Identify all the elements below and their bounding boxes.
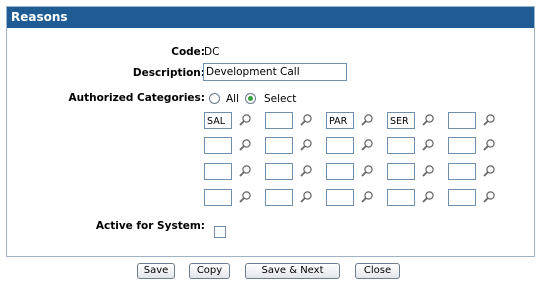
magnifier-icon[interactable]: [421, 138, 435, 152]
magnifier-icon[interactable]: [238, 164, 252, 178]
category-input[interactable]: [265, 189, 293, 206]
magnifier-icon[interactable]: [299, 164, 313, 178]
magnifier-icon[interactable]: [482, 164, 496, 178]
magnifier-icon[interactable]: [299, 113, 313, 127]
category-input[interactable]: [204, 189, 232, 206]
magnifier-icon[interactable]: [482, 138, 496, 152]
category-input[interactable]: [448, 189, 476, 206]
description-input[interactable]: Development Call: [203, 63, 347, 81]
code-label: Code:: [171, 46, 205, 58]
magnifier-icon[interactable]: [421, 164, 435, 178]
category-input[interactable]: [448, 137, 476, 154]
radio-all-label: All: [226, 93, 240, 105]
category-input[interactable]: SAL: [204, 112, 232, 129]
category-input[interactable]: [387, 189, 415, 206]
reasons-panel: Reasons Code: DC Description: Developmen…: [6, 6, 535, 257]
category-input[interactable]: SER: [387, 112, 415, 129]
category-input[interactable]: [204, 137, 232, 154]
radio-select[interactable]: [245, 93, 256, 104]
radio-all[interactable]: [209, 93, 220, 104]
magnifier-icon[interactable]: [238, 138, 252, 152]
magnifier-icon[interactable]: [360, 164, 374, 178]
close-button[interactable]: Close: [355, 263, 400, 279]
category-input[interactable]: [265, 137, 293, 154]
magnifier-icon[interactable]: [238, 190, 252, 204]
category-input[interactable]: PAR: [326, 112, 354, 129]
magnifier-icon[interactable]: [482, 190, 496, 204]
category-input[interactable]: [326, 163, 354, 180]
magnifier-icon[interactable]: [360, 138, 374, 152]
panel-title: Reasons: [11, 10, 68, 24]
save-and-next-button[interactable]: Save & Next: [245, 263, 340, 279]
active-for-system-checkbox[interactable]: [214, 226, 226, 238]
code-value: DC: [204, 46, 220, 58]
category-input[interactable]: [204, 163, 232, 180]
magnifier-icon[interactable]: [299, 138, 313, 152]
magnifier-icon[interactable]: [421, 190, 435, 204]
category-input[interactable]: [265, 112, 293, 129]
magnifier-icon[interactable]: [421, 113, 435, 127]
magnifier-icon[interactable]: [360, 190, 374, 204]
category-input[interactable]: [448, 163, 476, 180]
authorized-categories-label: Authorized Categories:: [68, 92, 206, 104]
magnifier-icon[interactable]: [482, 113, 496, 127]
category-input[interactable]: [387, 163, 415, 180]
active-for-system-label: Active for System:: [95, 220, 205, 232]
copy-button[interactable]: Copy: [189, 263, 230, 279]
category-input[interactable]: [326, 189, 354, 206]
category-input[interactable]: [448, 112, 476, 129]
magnifier-icon[interactable]: [299, 190, 313, 204]
category-input[interactable]: [265, 163, 293, 180]
magnifier-icon[interactable]: [360, 113, 374, 127]
save-button[interactable]: Save: [137, 263, 175, 279]
radio-select-label: Select: [264, 93, 297, 105]
panel-title-bar: Reasons: [7, 7, 534, 28]
description-label: Description:: [132, 67, 205, 79]
category-input[interactable]: [326, 137, 354, 154]
magnifier-icon[interactable]: [238, 113, 252, 127]
category-input[interactable]: [387, 137, 415, 154]
